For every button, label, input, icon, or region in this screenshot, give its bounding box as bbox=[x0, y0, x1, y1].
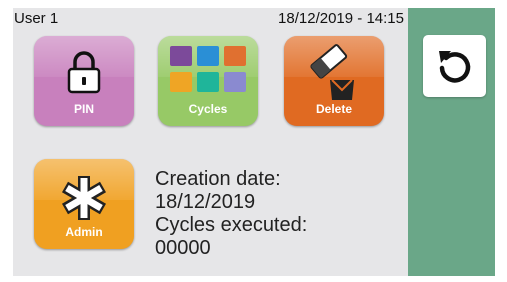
user-label: User 1 bbox=[14, 10, 59, 27]
asterisk-icon bbox=[61, 176, 107, 220]
info-panel: Creation date: 18/12/2019 Cycles execute… bbox=[155, 168, 400, 260]
pin-button[interactable]: PIN bbox=[34, 36, 134, 126]
grid-icon bbox=[170, 46, 246, 92]
back-button[interactable] bbox=[423, 35, 486, 97]
delete-label: Delete bbox=[315, 102, 353, 116]
admin-button[interactable]: Admin bbox=[34, 159, 134, 249]
creation-date-value: 18/12/2019 bbox=[155, 191, 256, 213]
lock-icon bbox=[67, 51, 101, 94]
delete-button[interactable]: Delete bbox=[284, 36, 384, 126]
creation-date-label: Creation date: bbox=[155, 168, 281, 190]
cycles-label: Cycles bbox=[188, 102, 228, 116]
status-bar: User 1 18/12/2019 - 14:15 bbox=[13, 8, 408, 30]
cycles-executed-value: 00000 bbox=[155, 237, 211, 259]
cycles-executed-label: Cycles executed: bbox=[155, 214, 308, 236]
pin-label: PIN bbox=[73, 102, 94, 116]
back-arrow-icon bbox=[439, 51, 471, 83]
eraser-icon bbox=[310, 44, 354, 100]
datetime-label: 18/12/2019 - 14:15 bbox=[278, 10, 404, 27]
cycles-button[interactable]: Cycles bbox=[158, 36, 258, 126]
device-screen: User 1 18/12/2019 - 14:15 PIN Cycles Del… bbox=[13, 8, 495, 276]
admin-label: Admin bbox=[65, 225, 103, 239]
